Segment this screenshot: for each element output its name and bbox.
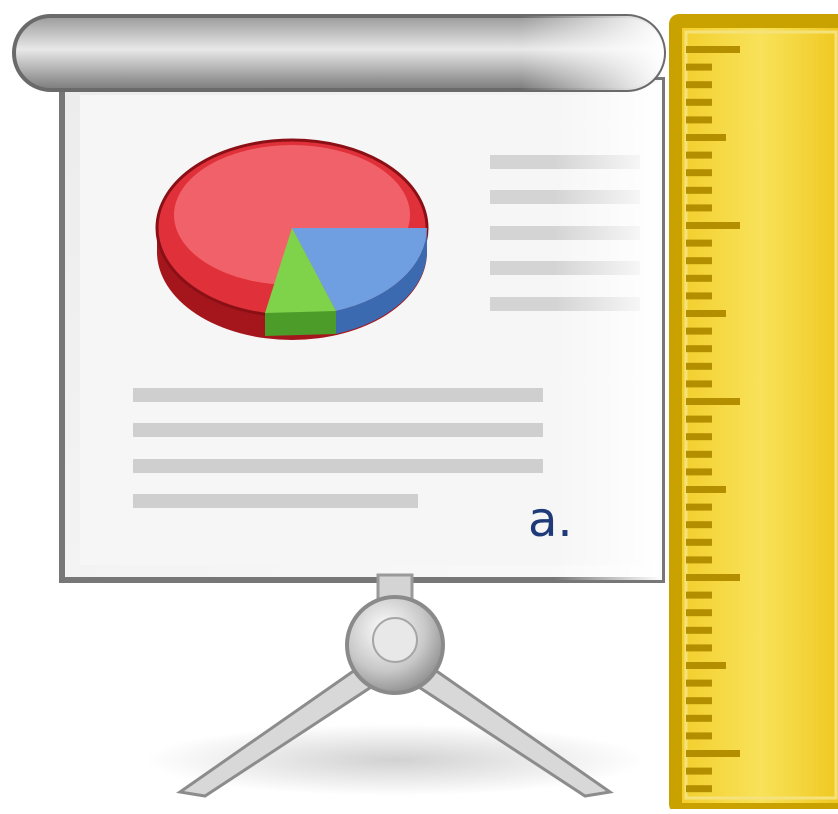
ruler-tick (686, 239, 712, 247)
ruler-tick (686, 98, 712, 106)
ruler-tick (686, 433, 712, 441)
ruler-tick (686, 503, 712, 511)
ruler-tick (686, 46, 740, 53)
ruler-tick (686, 538, 712, 546)
ruler-tick (686, 186, 712, 194)
ruler-tick (686, 274, 712, 282)
item-label: a. (528, 492, 573, 548)
ruler-tick (686, 398, 740, 405)
ruler-tick (686, 521, 712, 529)
ruler-tick (686, 574, 740, 581)
ruler-icon (669, 14, 838, 814)
ruler-tick (686, 662, 726, 669)
ruler-tick (686, 591, 712, 599)
ruler-tick (686, 450, 712, 458)
ruler-tick (686, 750, 740, 757)
ruler-tick (686, 644, 712, 652)
ruler-tick (686, 257, 712, 265)
ruler-tick (686, 292, 712, 300)
ruler-tick (686, 380, 712, 388)
ruler-tick (686, 468, 712, 476)
ruler-tick (686, 415, 712, 423)
presentation-icon (12, 14, 666, 798)
ruler-tick (686, 767, 712, 775)
ruler-tick (686, 486, 726, 493)
ruler-tick (686, 785, 712, 793)
ruler-tick (686, 626, 712, 634)
ruler-tick (686, 151, 712, 159)
icon-collage: a. (0, 0, 838, 814)
ruler-tick (686, 609, 712, 617)
ruler-tick (686, 345, 712, 353)
ruler-tick (686, 116, 712, 124)
ruler-tick (686, 204, 712, 212)
collage-artwork (12, 14, 838, 814)
ruler-tick (686, 134, 726, 141)
ruler-tick (686, 310, 726, 317)
ruler-tick (686, 222, 740, 229)
ruler-tick (686, 714, 712, 722)
ruler-tick (686, 362, 712, 370)
ruler-tick (686, 63, 712, 71)
ruler-tick (686, 327, 712, 335)
ruler-tick (686, 556, 712, 564)
ruler-tick (686, 697, 712, 705)
ruler-tick (686, 81, 712, 89)
ruler-tick (686, 169, 712, 177)
ruler-tick (686, 679, 712, 687)
ruler-tick (686, 732, 712, 740)
